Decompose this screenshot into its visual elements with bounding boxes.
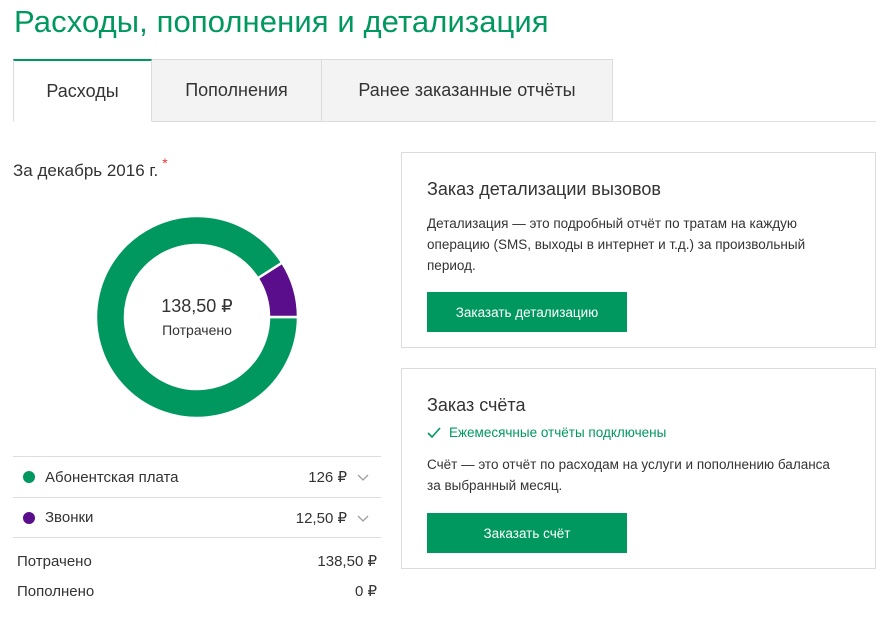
- total-spent-label: Потрачено: [162, 322, 232, 338]
- total-value: 0 ₽: [354, 583, 377, 600]
- total-label: Потрачено: [17, 552, 92, 570]
- period-label: За декабрь 2016 г. *: [13, 155, 168, 181]
- card-title: Заказ детализации вызовов: [427, 179, 661, 199]
- period-text: За декабрь 2016 г.: [13, 161, 159, 180]
- order-details-button[interactable]: Заказать детализацию: [427, 292, 627, 332]
- checkmark-icon: [427, 426, 441, 438]
- card-title: Заказ счёта: [427, 395, 526, 415]
- tab-topups[interactable]: Пополнения: [152, 59, 322, 122]
- tabs-divider: [612, 121, 876, 122]
- total-row-spent: Потрачено 138,50 ₽: [17, 546, 377, 576]
- page-title: Расходы, пополнения и детализация: [14, 4, 549, 39]
- total-row-topped-up: Пополнено 0 ₽: [17, 576, 377, 606]
- total-label: Пополнено: [17, 582, 95, 600]
- legend-dot-calls: [23, 511, 35, 524]
- status-text: Ежемесячные отчёты подключены: [449, 425, 667, 440]
- breakdown-row-calls[interactable]: Звонки 12,50 ₽: [13, 497, 381, 538]
- donut-center: 138,50 ₽ Потрачено: [96, 296, 298, 338]
- legend-dot-subscription: [23, 471, 35, 483]
- tab-expenses[interactable]: Расходы: [13, 59, 152, 122]
- breakdown-label: Звонки: [45, 509, 94, 526]
- breakdown-row-subscription[interactable]: Абонентская плата 126 ₽: [13, 456, 381, 497]
- required-mark: *: [162, 155, 168, 171]
- order-invoice-button[interactable]: Заказать счёт: [427, 513, 627, 553]
- breakdown-value: 126 ₽: [308, 469, 347, 486]
- page: Расходы, пополнения и детализация Расход…: [0, 0, 892, 623]
- tabs: Расходы Пополнения Ранее заказанные отчё…: [13, 59, 613, 122]
- call-details-card: Заказ детализации вызовов Детализация — …: [401, 152, 876, 348]
- breakdown-label: Абонентская плата: [45, 468, 179, 486]
- chevron-down-icon[interactable]: [355, 510, 371, 526]
- tab-previous-reports[interactable]: Ранее заказанные отчёты: [322, 59, 613, 122]
- card-description: Счёт — это отчёт по расходам на услуги и…: [427, 457, 830, 493]
- monthly-reports-status: Ежемесячные отчёты подключены: [427, 425, 666, 440]
- breakdown-list: Абонентская плата 126 ₽ Звонки 12,50 ₽: [13, 456, 381, 538]
- total-spent-amount: 138,50 ₽: [161, 296, 233, 316]
- totals: Потрачено 138,50 ₽ Пополнено 0 ₽: [17, 546, 377, 606]
- chevron-down-icon[interactable]: [355, 469, 371, 485]
- breakdown-value: 12,50 ₽: [295, 509, 347, 527]
- total-value: 138,50 ₽: [317, 553, 377, 570]
- invoice-card: Заказ счёта Ежемесячные отчёты подключен…: [401, 368, 876, 569]
- card-description: Детализация — это подробный отчёт по тра…: [427, 216, 806, 273]
